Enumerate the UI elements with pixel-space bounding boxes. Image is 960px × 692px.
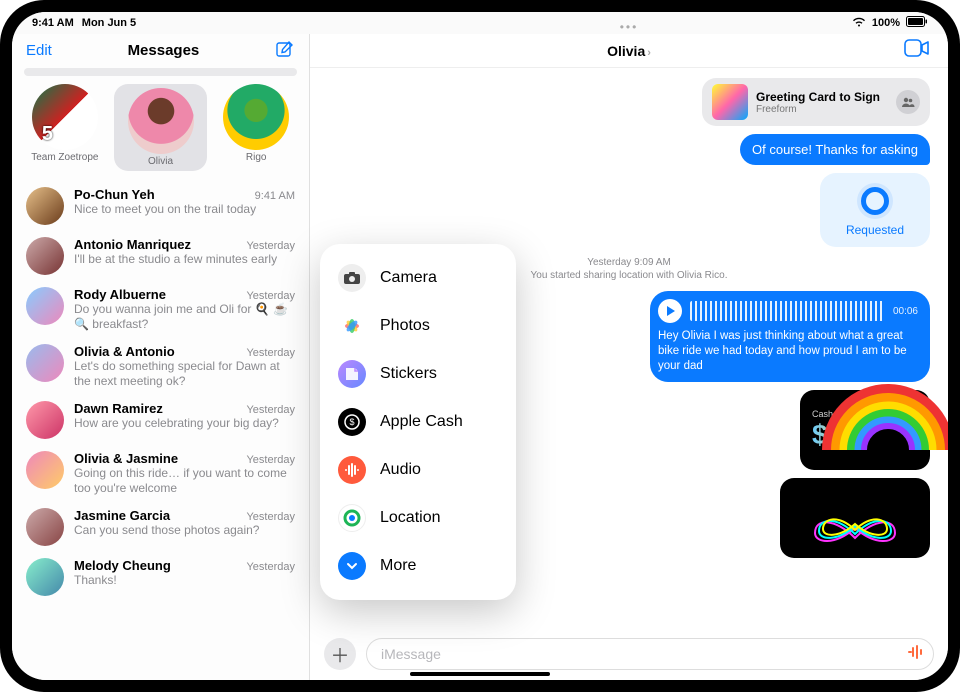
apple-cash-brand: Cash bbox=[812, 409, 918, 419]
conversation-item[interactable]: Melody CheungYesterday Thanks! bbox=[12, 552, 309, 602]
input-bar: ＋ iMessage bbox=[324, 638, 934, 670]
popover-item-photos[interactable]: Photos bbox=[328, 302, 508, 350]
pinned-row: Team Zoetrope Olivia Rigo bbox=[12, 84, 309, 181]
chevron-right-icon: › bbox=[647, 47, 651, 59]
requested-label: Requested bbox=[828, 223, 922, 237]
wifi-icon bbox=[852, 16, 866, 30]
pinned-label: Olivia bbox=[148, 156, 173, 167]
message-input[interactable]: iMessage bbox=[366, 638, 934, 670]
pinned-olivia[interactable]: Olivia bbox=[114, 84, 208, 171]
popover-item-camera[interactable]: Camera bbox=[328, 254, 508, 302]
screen: 9:41 AM Mon Jun 5 100% Edit Messages bbox=[12, 12, 948, 680]
avatar bbox=[32, 84, 98, 150]
multitask-dots-icon[interactable]: ••• bbox=[620, 20, 639, 34]
photos-icon bbox=[338, 312, 366, 340]
popover-item-location[interactable]: Location bbox=[328, 494, 508, 542]
battery-percent: 100% bbox=[872, 17, 900, 29]
avatar bbox=[26, 187, 64, 225]
apple-cash-card[interactable]: Cash $15 bbox=[800, 390, 930, 470]
play-button[interactable] bbox=[658, 299, 682, 323]
apps-button[interactable]: ＋ bbox=[324, 638, 356, 670]
popover-label: Audio bbox=[380, 461, 421, 479]
camera-icon bbox=[338, 264, 366, 292]
popover-label: Photos bbox=[380, 317, 430, 335]
battery-icon bbox=[906, 16, 928, 30]
apple-cash-amount: $15 bbox=[812, 419, 918, 451]
pinned-label: Team Zoetrope bbox=[31, 152, 98, 163]
image-attachment[interactable] bbox=[780, 478, 930, 558]
popover-label: Apple Cash bbox=[380, 413, 463, 431]
avatar bbox=[26, 558, 64, 596]
popover-label: More bbox=[380, 557, 416, 575]
conversation-item[interactable]: Dawn RamirezYesterday How are you celebr… bbox=[12, 395, 309, 445]
link-title: Greeting Card to Sign bbox=[756, 90, 880, 104]
popover-item-audio[interactable]: Audio bbox=[328, 446, 508, 494]
avatar bbox=[26, 287, 64, 325]
input-placeholder: iMessage bbox=[381, 646, 441, 662]
chevron-down-icon bbox=[338, 552, 366, 580]
popover-label: Location bbox=[380, 509, 441, 527]
stickers-icon bbox=[338, 360, 366, 388]
conversation-item[interactable]: Antonio ManriquezYesterday I'll be at th… bbox=[12, 231, 309, 281]
location-dot-icon bbox=[861, 187, 889, 215]
avatar bbox=[223, 84, 289, 150]
link-subtitle: Freeform bbox=[756, 104, 880, 115]
sidebar: Edit Messages Team Zoetrope Olivia bbox=[12, 34, 310, 680]
edit-button[interactable]: Edit bbox=[26, 42, 52, 59]
avatar bbox=[26, 508, 64, 546]
popover-item-more[interactable]: More bbox=[328, 542, 508, 590]
avatar bbox=[26, 344, 64, 382]
audio-message-bubble[interactable]: 00:06 Hey Olivia I was just thinking abo… bbox=[650, 291, 930, 382]
pinned-label: Rigo bbox=[246, 152, 267, 163]
conversation-item[interactable]: Jasmine GarciaYesterday Can you send tho… bbox=[12, 502, 309, 552]
sent-message-bubble[interactable]: Of course! Thanks for asking bbox=[740, 134, 930, 165]
collaboration-icon bbox=[896, 90, 920, 114]
pinned-rigo[interactable]: Rigo bbox=[211, 84, 301, 171]
popover-item-stickers[interactable]: Stickers bbox=[328, 350, 508, 398]
apps-popover: Camera Photos Stickers $ Apple Cash bbox=[320, 244, 516, 600]
conversation-item[interactable]: Rody AlbuerneYesterday Do you wanna join… bbox=[12, 281, 309, 338]
sidebar-title: Messages bbox=[128, 42, 200, 59]
avatar bbox=[26, 401, 64, 439]
popover-label: Stickers bbox=[380, 365, 437, 383]
conversation-title[interactable]: Olivia› bbox=[607, 43, 651, 59]
search-bar[interactable] bbox=[24, 68, 297, 76]
waveform-icon bbox=[690, 301, 885, 321]
pinned-team-zoetrope[interactable]: Team Zoetrope bbox=[20, 84, 110, 171]
link-preview-bubble[interactable]: Greeting Card to Sign Freeform bbox=[702, 78, 930, 126]
conversation-item[interactable]: Po-Chun Yeh9:41 AM Nice to meet you on t… bbox=[12, 181, 309, 231]
pane-header: ••• Olivia› bbox=[310, 34, 948, 68]
location-icon bbox=[338, 504, 366, 532]
avatar bbox=[26, 451, 64, 489]
facetime-button[interactable] bbox=[904, 39, 930, 62]
popover-item-apple-cash[interactable]: $ Apple Cash bbox=[328, 398, 508, 446]
location-requested-card[interactable]: Requested bbox=[820, 173, 930, 247]
dictation-icon[interactable] bbox=[907, 644, 923, 665]
audio-transcript: Hey Olivia I was just thinking about wha… bbox=[658, 329, 918, 374]
ipad-frame: 9:41 AM Mon Jun 5 100% Edit Messages bbox=[0, 0, 960, 692]
link-thumbnail bbox=[712, 84, 748, 120]
apple-cash-icon: $ bbox=[338, 408, 366, 436]
conversation-list: Po-Chun Yeh9:41 AM Nice to meet you on t… bbox=[12, 181, 309, 680]
home-indicator[interactable] bbox=[410, 672, 550, 676]
popover-label: Camera bbox=[380, 269, 437, 287]
conversation-item[interactable]: Olivia & JasmineYesterday Going on this … bbox=[12, 445, 309, 502]
status-date: Mon Jun 5 bbox=[82, 17, 136, 29]
avatar bbox=[128, 88, 194, 154]
svg-text:$: $ bbox=[349, 417, 354, 427]
audio-icon bbox=[338, 456, 366, 484]
status-time: 9:41 AM bbox=[32, 17, 74, 29]
status-bar: 9:41 AM Mon Jun 5 100% bbox=[12, 12, 948, 34]
compose-button[interactable] bbox=[275, 40, 295, 60]
play-icon bbox=[667, 306, 675, 316]
audio-duration: 00:06 bbox=[893, 306, 918, 317]
conversation-item[interactable]: Olivia & AntonioYesterday Let's do somet… bbox=[12, 338, 309, 395]
avatar bbox=[26, 237, 64, 275]
